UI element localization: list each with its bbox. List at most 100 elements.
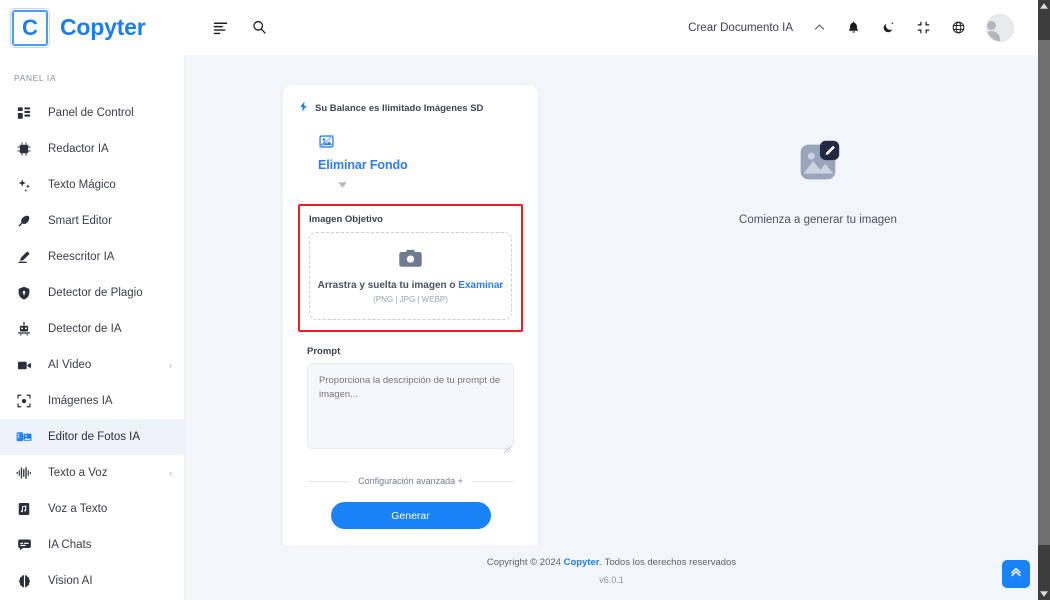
tool-name: Eliminar Fondo	[318, 158, 408, 172]
image-edit-placeholder-icon	[791, 135, 845, 194]
logo-letter: C	[22, 14, 38, 40]
sidebar-item-detector-de-plagio[interactable]: Detector de Plagio	[0, 275, 184, 311]
generation-panel: Su Balance es Ilimitado Imágenes SD Elim…	[283, 85, 538, 555]
scrollbar-thumb[interactable]	[1038, 40, 1050, 545]
menu-icon[interactable]	[212, 19, 229, 36]
sidebar-item-voz-a-texto[interactable]: Voz a Texto	[0, 491, 184, 527]
sidebar-item-redactor-ia[interactable]: Redactor IA	[0, 131, 184, 167]
waveform-icon	[14, 464, 34, 482]
sidebar-item-texto-a-voz[interactable]: Texto a Voz ›	[0, 455, 184, 491]
camera-icon	[399, 249, 422, 273]
preview-panel: Comienza a generar tu imagen	[598, 85, 1038, 555]
browse-link[interactable]: Examinar	[458, 280, 503, 291]
photo-edit-icon	[14, 428, 34, 446]
sidebar-item-label: Editor de Fotos IA	[48, 431, 141, 443]
sidebar: PANEL IA Panel de Control Redactor IA Te…	[0, 55, 185, 600]
target-image-label: Imagen Objetivo	[309, 214, 383, 225]
chevron-up-icon[interactable]	[813, 21, 826, 34]
header-left-icons	[212, 19, 268, 36]
target-image-highlight: Imagen Objetivo Arrastra y suelta tu ima…	[298, 204, 523, 332]
dashboard-icon	[14, 104, 34, 122]
copyright-suffix: . Todos los derechos reservados	[599, 557, 737, 568]
sidebar-item-vision-ai[interactable]: Vision AI	[0, 563, 184, 599]
chip-icon	[14, 140, 34, 158]
sidebar-section-title: PANEL IA	[14, 73, 57, 83]
sidebar-item-smart-editor[interactable]: Smart Editor	[0, 203, 184, 239]
compress-icon[interactable]	[916, 20, 931, 35]
sidebar-item-editor-de-fotos-ia[interactable]: Editor de Fotos IA	[0, 419, 184, 455]
shield-icon	[14, 284, 34, 302]
dropzone-main-text: Arrastra y suelta tu imagen o	[317, 279, 459, 291]
image-frame-icon	[14, 392, 34, 410]
tool-selector[interactable]: Eliminar Fondo	[298, 133, 523, 190]
image-dropzone[interactable]: Arrastra y suelta tu imagen o Examinar (…	[309, 232, 512, 320]
avatar-head	[987, 20, 996, 30]
sidebar-item-detector-de-ia[interactable]: Detector de IA	[0, 311, 184, 347]
app-root: C Copyter Crear Documento IA PANEL IA Pa…	[0, 0, 1050, 600]
sidebar-item-ai-video[interactable]: AI Video ›	[0, 347, 184, 383]
footer: Copyright © 2024 Copyter. Todos los dere…	[185, 545, 1038, 600]
sidebar-item-label: Detector de IA	[48, 323, 122, 335]
caret-down-icon[interactable]	[338, 181, 523, 190]
vertical-scrollbar[interactable]	[1038, 0, 1050, 600]
generate-button[interactable]: Generar	[330, 502, 491, 529]
sidebar-item-ia-chats[interactable]: IA Chats	[0, 527, 184, 563]
divider-right	[471, 480, 513, 482]
dropzone-text: Arrastra y suelta tu imagen o Examinar	[318, 280, 504, 291]
scrollbar-down-arrow[interactable]	[1038, 588, 1050, 600]
main-content: Su Balance es Ilimitado Imágenes SD Elim…	[185, 55, 1038, 600]
divider-left	[308, 480, 350, 482]
balance-text: Su Balance es Ilimitado Imágenes SD	[315, 102, 484, 114]
sidebar-item-label: AI Video	[48, 359, 92, 371]
user-avatar[interactable]	[986, 13, 1014, 42]
audio-file-icon	[14, 500, 34, 518]
scroll-to-top-button[interactable]	[1002, 560, 1030, 588]
dropzone-formats: (PNG | JPG | WEBP)	[373, 294, 448, 304]
advanced-settings-toggle[interactable]: Configuración avanzada +	[308, 476, 513, 486]
footer-brand: Copyter	[563, 557, 600, 568]
sparkles-icon	[14, 176, 34, 194]
create-document-button[interactable]: Crear Documento IA	[688, 22, 793, 34]
chevron-right-icon: ›	[169, 468, 172, 478]
avatar-body	[987, 30, 1000, 41]
sidebar-item-label: Voz a Texto	[48, 503, 108, 515]
feather-icon	[14, 212, 34, 230]
sidebar-item-texto-magico[interactable]: Texto Mágico	[0, 167, 184, 203]
bell-icon[interactable]	[846, 20, 861, 35]
version-label: v6.0.1	[599, 575, 624, 585]
sidebar-item-label: Texto a Voz	[48, 467, 108, 479]
top-header: C Copyter Crear Documento IA	[0, 0, 1038, 55]
balance-row: Su Balance es Ilimitado Imágenes SD	[298, 99, 523, 117]
copyright-prefix: Copyright © 2024	[486, 557, 564, 568]
app-logo[interactable]: C	[10, 7, 50, 48]
chat-icon	[14, 536, 34, 554]
chevron-right-icon: ›	[169, 360, 172, 370]
scrollbar-up-arrow[interactable]	[1038, 0, 1050, 12]
brain-icon	[14, 572, 34, 590]
moon-icon[interactable]	[881, 20, 896, 35]
image-off-icon	[318, 133, 523, 155]
prompt-label: Prompt	[307, 346, 341, 357]
sidebar-item-reescritor-ia[interactable]: Reescritor IA	[0, 239, 184, 275]
header-right-area: Crear Documento IA	[688, 13, 1038, 42]
sidebar-item-label: Panel de Control	[48, 107, 134, 119]
globe-icon[interactable]	[951, 20, 966, 35]
prompt-input[interactable]	[307, 363, 514, 449]
sidebar-item-label: Vision AI	[48, 575, 93, 587]
sidebar-item-label: Imágenes IA	[48, 395, 113, 407]
preview-placeholder-text: Comienza a generar tu imagen	[739, 214, 897, 226]
workspace: Su Balance es Ilimitado Imágenes SD Elim…	[185, 55, 1038, 555]
sidebar-item-label: Detector de Plagio	[48, 287, 143, 299]
sidebar-item-imagenes-ia[interactable]: Imágenes IA	[0, 383, 184, 419]
brand-area[interactable]: C Copyter	[0, 7, 190, 48]
search-icon[interactable]	[251, 19, 268, 36]
double-chevron-up-icon	[1009, 565, 1023, 584]
copyright-text: Copyright © 2024 Copyter. Todos los dere…	[487, 557, 736, 568]
sidebar-item-label: IA Chats	[48, 539, 92, 551]
advanced-settings-label: Configuración avanzada +	[358, 476, 463, 486]
brand-name: Copyter	[60, 14, 146, 40]
sidebar-item-label: Smart Editor	[48, 215, 112, 227]
pencil-icon	[14, 248, 34, 266]
sidebar-item-panel-de-control[interactable]: Panel de Control	[0, 95, 184, 131]
sidebar-item-label: Redactor IA	[48, 143, 109, 155]
